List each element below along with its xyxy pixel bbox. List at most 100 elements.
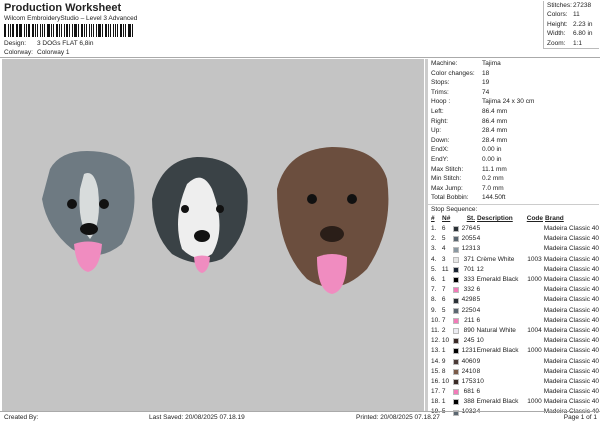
- barcode-bar: [41, 24, 44, 37]
- info-value: 86.4 mm: [482, 107, 508, 115]
- stop-index: 4.: [431, 255, 437, 263]
- stop-index: 6.: [431, 276, 437, 284]
- thread-brand: Madeira Classic 40: [543, 296, 599, 304]
- color-swatch-cell: [452, 275, 462, 285]
- info-label: Max Stitch:: [431, 165, 464, 173]
- info-value: 0.00 in: [482, 146, 502, 154]
- column-header: N#: [442, 214, 451, 222]
- stop-row: 3. 4 1231 3 Madeira Classic 40: [428, 244, 599, 254]
- stop-index: 16.: [431, 377, 441, 385]
- thread-brand: Madeira Classic 40: [543, 316, 599, 324]
- color-swatch: [452, 297, 459, 304]
- barcode-bar: [128, 24, 131, 37]
- barcode-bar: [47, 24, 51, 37]
- needle-number: 10: [441, 337, 450, 345]
- stop-index: 15.: [431, 367, 441, 375]
- info-row: Total Bobbin: 144.50ft: [428, 193, 599, 203]
- stop-row: 16. 10 1753 10 Madeira Classic 40: [428, 377, 599, 387]
- thread-brand: Madeira Classic 40: [543, 286, 599, 294]
- summary-label: Colors:: [547, 11, 568, 19]
- color-code: [524, 234, 544, 244]
- stop-index: 8.: [431, 296, 437, 304]
- barcode-bar: [131, 24, 133, 37]
- barcode-bar: [15, 24, 17, 37]
- barcode-bar: [93, 24, 95, 37]
- info-value: 28.4 mm: [482, 127, 508, 135]
- dog-3-embroidery: [277, 147, 389, 294]
- stitch-count: 333: [463, 276, 475, 284]
- color-code: [524, 295, 544, 305]
- stitch-count: 332: [463, 286, 475, 294]
- stitch-count: 245: [463, 337, 475, 345]
- stitch-count: 2764: [461, 225, 477, 233]
- barcode-bar: [44, 24, 46, 37]
- stop-row: 11. 2 890 Natural White 1004 Madeira Classic …: [428, 326, 599, 336]
- color-code: [524, 357, 544, 367]
- design-label: Design:: [4, 40, 27, 47]
- color-swatch-cell: [452, 346, 462, 356]
- color-swatch: [452, 379, 459, 385]
- color-swatch-cell: [452, 397, 462, 407]
- summary-row: Stitches: 27238: [544, 1, 599, 10]
- info-label: Stops:: [431, 79, 450, 87]
- stitch-count: 1753: [461, 377, 477, 385]
- summary-label: Height:: [547, 20, 568, 28]
- header-divider: [0, 57, 600, 58]
- color-swatch-cell: [452, 306, 462, 316]
- barcode-bar: [112, 24, 115, 37]
- summary-label: Zoom:: [547, 39, 566, 47]
- color-swatch: [452, 338, 459, 345]
- info-row: EndY: 0.00 in: [428, 155, 599, 165]
- color-swatch-cell: [452, 336, 462, 346]
- info-value: 28.4 mm: [482, 136, 508, 144]
- color-code: [524, 265, 544, 275]
- color-code: [524, 377, 544, 387]
- barcode-bar: [53, 24, 54, 37]
- barcode-bar: [80, 24, 83, 37]
- barcode-bar: [102, 24, 103, 37]
- info-value: 0.2 mm: [482, 175, 504, 183]
- color-description: 4: [476, 306, 481, 314]
- stop-row: 4. 3 371 Crème White 1003 Madeira Classic 40: [428, 255, 599, 265]
- color-swatch: [452, 317, 459, 324]
- info-label: Color changes:: [431, 69, 475, 77]
- stitch-count: 2410: [461, 367, 477, 375]
- needle-number: 7: [441, 316, 446, 324]
- design-preview: [2, 59, 424, 411]
- created-by: Created By:: [4, 414, 39, 421]
- color-swatch: [452, 277, 459, 284]
- barcode-bar: [51, 24, 52, 37]
- summary-label: Stitches:: [547, 2, 572, 9]
- color-swatch-cell: [452, 244, 462, 254]
- info-value: Tajima 24 x 30 cm: [482, 98, 535, 106]
- color-code: [524, 306, 544, 316]
- needle-number: 7: [441, 388, 446, 396]
- stop-index: 3.: [431, 245, 437, 253]
- column-header: St.: [466, 214, 475, 222]
- color-code: 1000: [527, 347, 542, 355]
- barcode-bar: [55, 24, 58, 37]
- color-code: 1003: [527, 255, 542, 263]
- barcode-bar: [98, 24, 101, 37]
- barcode-bar: [26, 24, 28, 37]
- info-row: Hoop : Tajima 24 x 30 cm: [428, 97, 599, 107]
- thread-brand: Madeira Classic 40: [543, 367, 599, 375]
- color-swatch: [452, 226, 459, 233]
- color-code: 1000: [527, 398, 542, 406]
- thread-brand: Madeira Classic 40: [543, 265, 599, 273]
- info-row: Min Stitch: 0.2 mm: [428, 174, 599, 184]
- color-swatch-cell: [452, 377, 462, 387]
- thread-brand: Madeira Classic 40: [543, 306, 599, 314]
- info-panel: Machine: Tajima Color changes: 18 Stops: 19 Tr…: [425, 59, 599, 416]
- printed-date: Printed: 20/08/2025 07.18.27: [356, 414, 440, 421]
- summary-value: 1:1: [573, 39, 583, 47]
- barcode-bar: [34, 24, 36, 37]
- color-swatch-cell: [452, 265, 462, 275]
- dog-2-embroidery: [152, 157, 248, 273]
- barcode-bar: [60, 24, 62, 37]
- color-swatch-cell: [452, 255, 462, 265]
- stop-row: 18. 1 388 Emerald Black 1000 Madeira Classic …: [428, 397, 599, 407]
- color-swatch: [452, 328, 459, 335]
- needle-number: 3: [441, 255, 446, 263]
- stop-row: 7. 7 332 6 Madeira Classic 40: [428, 285, 599, 295]
